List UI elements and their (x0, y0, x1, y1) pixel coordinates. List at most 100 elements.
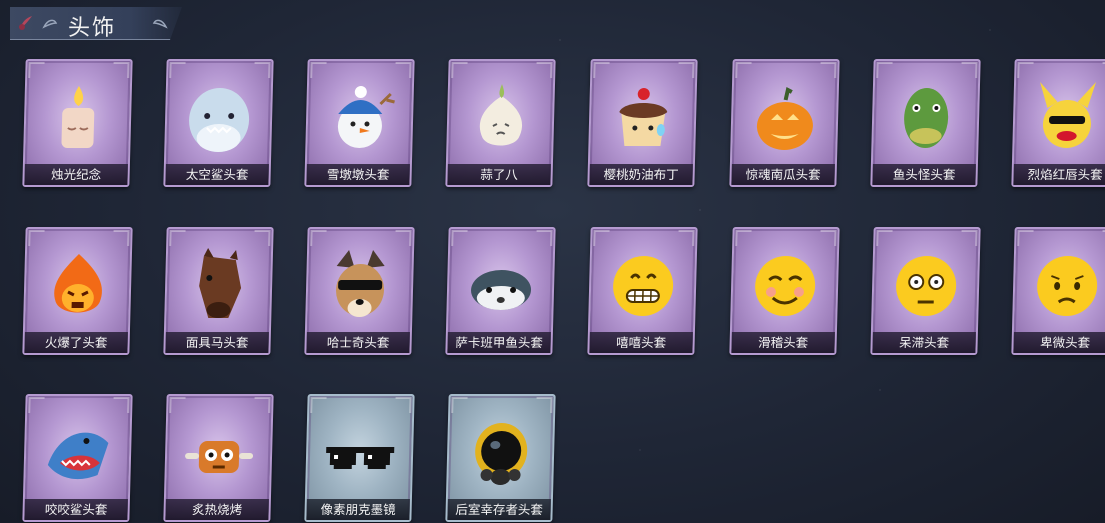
card-label: 嘻嘻头套 (615, 335, 667, 350)
bbq-icon (184, 440, 253, 473)
corner-deco (28, 397, 45, 413)
corner-deco (254, 230, 271, 246)
pudding-icon (618, 87, 667, 146)
dazed-emoji-icon (895, 255, 956, 316)
headwear-card[interactable]: 嘻嘻头套 (587, 227, 698, 355)
corner-deco (113, 230, 130, 246)
corner-deco (876, 230, 893, 246)
card-label: 烛光纪念 (50, 167, 102, 182)
corner-deco (451, 397, 468, 413)
card-label: 咬咬鲨头套 (44, 502, 108, 517)
feather-deco-icon (19, 16, 32, 30)
headwear-card[interactable]: 后室幸存者头套 (445, 394, 556, 522)
headwear-card[interactable]: 蒜了八 (445, 59, 556, 187)
corner-deco (28, 230, 45, 246)
corner-deco (28, 62, 45, 78)
card-label: 火爆了头套 (44, 335, 108, 350)
headwear-card[interactable]: 炙热烧烤 (163, 394, 274, 522)
corner-deco (113, 62, 130, 78)
headwear-card[interactable]: 滑稽头套 (729, 227, 840, 355)
corner-deco (169, 230, 186, 246)
headwear-card[interactable]: 樱桃奶油布丁 (587, 59, 698, 187)
card-label: 鱼头怪头套 (892, 167, 956, 182)
card-label: 萨卡班甲鱼头套 (455, 335, 544, 350)
corner-deco (254, 62, 271, 78)
horse-mask-icon (198, 247, 241, 318)
corner-deco (169, 62, 186, 78)
headwear-card[interactable]: 烈焰红唇头套 (1011, 59, 1105, 187)
snowman-icon (337, 85, 395, 148)
corner-deco (113, 397, 130, 413)
funny-emoji-icon (754, 255, 815, 316)
corner-deco (395, 397, 412, 413)
biting-shark-icon (47, 432, 108, 479)
headwear-card[interactable]: 烛光纪念 (22, 59, 133, 187)
corner-deco (735, 62, 752, 78)
space-shark-icon (188, 87, 249, 152)
page-title: 头饰 (68, 16, 117, 41)
humble-emoji-icon (1036, 255, 1097, 316)
headwear-card[interactable]: 惊魂南瓜头套 (729, 59, 840, 187)
headwear-card[interactable]: 雪墩墩头套 (304, 59, 415, 187)
card-label: 惊魂南瓜头套 (745, 167, 821, 182)
card-label: 烈焰红唇头套 (1027, 167, 1103, 182)
headwear-card[interactable]: 哈士奇头套 (304, 227, 415, 355)
corner-deco (678, 230, 695, 246)
corner-deco (593, 230, 610, 246)
card-label: 面具马头套 (185, 335, 249, 350)
corner-deco (536, 397, 553, 413)
corner-deco (820, 230, 837, 246)
corner-deco (536, 62, 553, 78)
sacabambaspis-icon (470, 269, 531, 310)
corner-deco (593, 62, 610, 78)
corner-deco (536, 230, 553, 246)
headwear-card[interactable]: 太空鲨头套 (163, 59, 274, 187)
corner-deco (169, 397, 186, 413)
headwear-card[interactable]: 鱼头怪头套 (870, 59, 981, 187)
card-label: 后室幸存者头套 (455, 502, 544, 517)
corner-deco (961, 62, 978, 78)
headwear-card[interactable]: 像素朋克墨镜 (304, 394, 415, 522)
corner-deco (1017, 230, 1034, 246)
leaf-deco-icon (42, 19, 58, 29)
card-label: 滑稽头套 (757, 335, 809, 350)
pikachu-lips-icon (1039, 81, 1096, 148)
section-header: 头饰 (10, 7, 182, 40)
candle-icon (61, 85, 94, 148)
corner-deco (310, 230, 327, 246)
garlic-icon (479, 83, 522, 146)
card-label: 蒜了八 (480, 167, 519, 182)
fireball-icon (53, 253, 102, 313)
corner-deco (451, 62, 468, 78)
fish-head-icon (903, 87, 948, 148)
corner-deco (876, 62, 893, 78)
leaf-deco-icon (152, 19, 168, 29)
card-label: 炙热烧烤 (191, 502, 243, 517)
card-label: 樱桃奶油布丁 (603, 167, 679, 182)
headwear-card[interactable]: 卑微头套 (1011, 227, 1105, 355)
gas-mask-helmet-icon (474, 422, 527, 485)
corner-deco (395, 62, 412, 78)
corner-deco (961, 230, 978, 246)
card-label: 呆滞头套 (898, 335, 950, 350)
corner-deco (310, 62, 327, 78)
headwear-card[interactable]: 面具马头套 (163, 227, 274, 355)
corner-deco (310, 397, 327, 413)
corner-deco (254, 397, 271, 413)
corner-deco (678, 62, 695, 78)
pixel-sunglasses-icon (325, 446, 394, 469)
corner-deco (735, 230, 752, 246)
pumpkin-icon (756, 86, 813, 150)
headwear-card[interactable]: 萨卡班甲鱼头套 (445, 227, 556, 355)
headwear-card[interactable]: 呆滞头套 (870, 227, 981, 355)
corner-deco (820, 62, 837, 78)
headwear-card[interactable]: 火爆了头套 (22, 227, 133, 355)
card-label: 雪墩墩头套 (326, 167, 390, 182)
card-label: 像素朋克墨镜 (320, 502, 396, 517)
headwear-card[interactable]: 咬咬鲨头套 (22, 394, 133, 522)
corner-deco (1017, 62, 1034, 78)
corner-deco (395, 230, 412, 246)
card-label: 哈士奇头套 (326, 335, 390, 350)
husky-icon (335, 249, 385, 317)
card-label: 太空鲨头套 (185, 167, 249, 182)
